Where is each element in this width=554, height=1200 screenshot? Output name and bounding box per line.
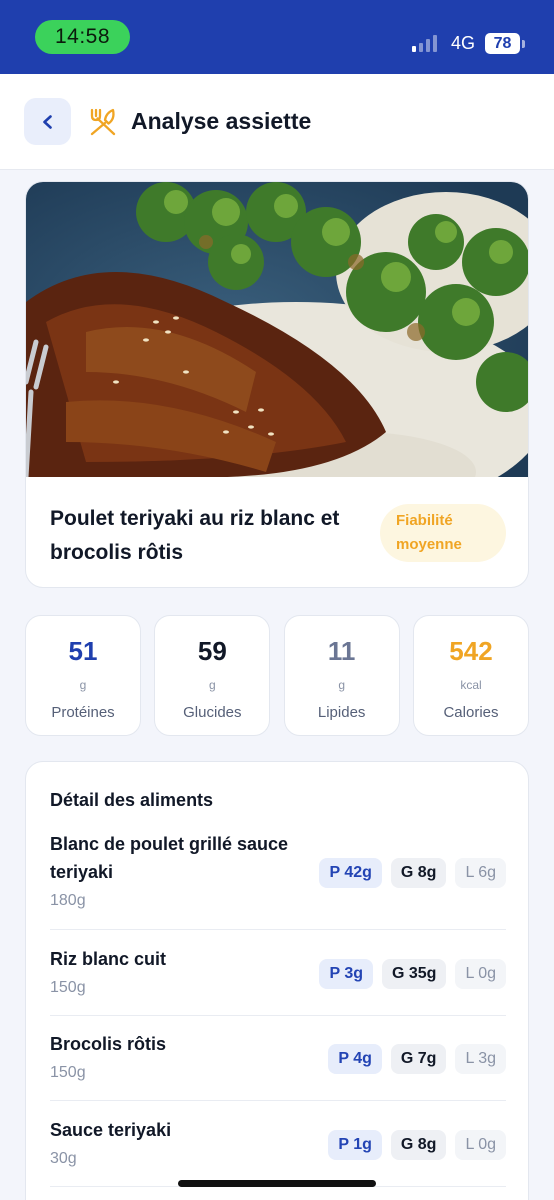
protein-chip: P 3g (319, 959, 373, 989)
macro-chips: P 1g G 8g L 0g (328, 1130, 506, 1160)
stat-unit: g (79, 678, 87, 692)
carb-chip: G 8g (390, 1130, 447, 1160)
food-name: Riz blanc cuit (50, 949, 167, 969)
stat-value: 11 (327, 636, 356, 666)
food-item[interactable]: Brocolis rôtis 150g P 4g G 7g L 3g (50, 1030, 506, 1101)
stat-value: 542 (449, 636, 493, 666)
food-item[interactable]: Sauce teriyaki 30g P 1g G 8g L 0g (50, 1116, 506, 1187)
macro-chips: P 42g G 8g L 6g (319, 858, 506, 888)
reliability-badge: Fiabilité moyenne (380, 504, 506, 562)
stat-label: Protéines (51, 704, 115, 721)
stat-calories: 542 kcal Calories (412, 615, 529, 736)
food-name: Brocolis rôtis (50, 1034, 167, 1054)
signal-icon (412, 34, 437, 52)
stat-label: Glucides (183, 704, 242, 721)
food-name: Sauce teriyaki (50, 1120, 172, 1140)
page-title: Analyse assiette (131, 108, 312, 134)
app-header: Analyse assiette (0, 74, 554, 170)
protein-chip: P 42g (319, 858, 382, 888)
battery-icon: 78 (485, 33, 525, 54)
fat-chip: L 0g (455, 1130, 506, 1160)
fat-chip: L 6g (455, 858, 506, 888)
meal-photo (26, 182, 528, 477)
meal-name: Poulet teriyaki au riz blanc et brocolis… (50, 507, 340, 564)
stat-fats: 11 g Lipides (283, 615, 400, 736)
protein-chip: P 4g (328, 1044, 382, 1074)
macro-chips: P 3g G 35g L 0g (319, 959, 506, 989)
stat-carbs: 59 g Glucides (154, 615, 271, 736)
stat-unit: g (338, 678, 345, 692)
network-type: 4G (451, 33, 476, 53)
fat-chip: L 0g (455, 959, 506, 989)
section-title: Détail des aliments (50, 790, 214, 810)
stat-unit: g (208, 678, 216, 692)
food-detail-card: Détail des aliments Blanc de poulet gril… (25, 761, 529, 1200)
stat-value: 59 (197, 636, 227, 666)
food-item[interactable]: Riz blanc cuit 150g P 3g G 35g L 0g (50, 945, 506, 1016)
stat-proteins: 51 g Protéines (25, 615, 141, 736)
protein-chip: P 1g (328, 1130, 382, 1160)
chevron-left-icon (42, 114, 52, 129)
carb-chip: G 7g (390, 1044, 447, 1074)
stat-unit: kcal (460, 678, 482, 692)
macro-chips: P 4g G 7g L 3g (328, 1044, 506, 1074)
stat-label: Calories (443, 704, 499, 721)
macro-stats: 51 g Protéines 59 g Glucides 11 g Lipide… (25, 615, 529, 736)
stat-value: 51 (68, 636, 98, 666)
status-time: 14:58 (35, 20, 130, 54)
carb-chip: G 8g (390, 858, 447, 888)
home-indicator[interactable] (178, 1180, 376, 1187)
stat-label: Lipides (317, 704, 366, 721)
food-name: Blanc de poulet grillé sauce teriyaki (50, 834, 289, 882)
fork-knife-icon (90, 108, 116, 136)
back-button[interactable] (24, 98, 71, 145)
food-weight: 180g (50, 892, 86, 909)
fat-chip: L 3g (455, 1044, 506, 1074)
battery-level: 78 (485, 33, 520, 54)
meal-card: Poulet teriyaki au riz blanc et brocolis… (25, 181, 529, 588)
food-item[interactable]: Blanc de poulet grillé sauce teriyaki 18… (50, 830, 506, 930)
status-bar: 14:58 4G 78 (0, 0, 554, 74)
carb-chip: G 35g (381, 959, 447, 989)
